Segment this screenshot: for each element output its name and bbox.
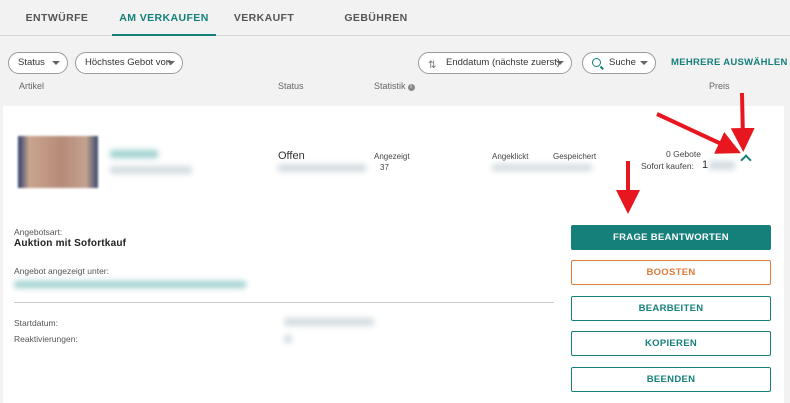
annotation-arrow [656, 112, 741, 154]
annotation-arrow [730, 92, 755, 152]
annotation-arrows [616, 92, 755, 214]
